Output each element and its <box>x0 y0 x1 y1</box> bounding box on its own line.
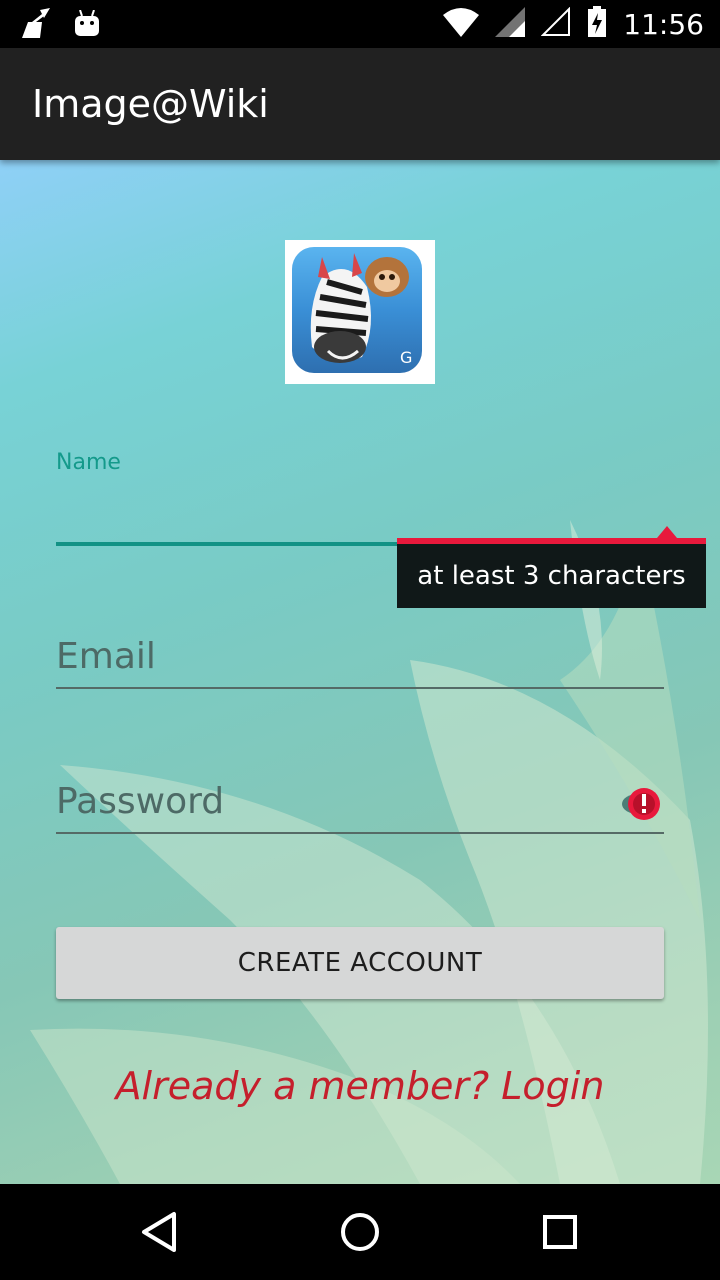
zebra-monkey-logo-image: G <box>310 253 412 367</box>
password-input[interactable]: Password <box>56 781 224 822</box>
email-input-underline <box>56 687 664 689</box>
email-input[interactable]: Email <box>56 636 156 677</box>
svg-text:G: G <box>400 348 412 367</box>
clock: 11:56 <box>623 8 704 41</box>
signal-empty-icon <box>540 6 571 42</box>
app-logo: G <box>285 240 435 384</box>
status-bar: 11:56 <box>0 0 720 48</box>
broom-icon <box>18 8 54 45</box>
signal-icon <box>495 7 526 42</box>
login-link[interactable]: Already a member? Login <box>0 1064 720 1108</box>
navigation-bar <box>0 1184 720 1280</box>
create-account-button[interactable]: CREATE ACCOUNT <box>56 927 664 999</box>
error-pointer <box>657 526 677 538</box>
name-input[interactable] <box>56 480 664 540</box>
name-label: Name <box>56 450 121 475</box>
error-icon <box>620 782 664 826</box>
battery-charging-icon <box>587 6 607 43</box>
wifi-icon <box>443 7 480 42</box>
back-icon[interactable] <box>136 1208 184 1256</box>
android-icon <box>74 9 100 43</box>
recents-icon[interactable] <box>536 1208 584 1256</box>
name-error-popup: at least 3 characters <box>397 544 706 608</box>
home-icon[interactable] <box>336 1208 384 1256</box>
app-title: Image@Wiki <box>32 82 269 126</box>
password-input-underline <box>56 832 664 834</box>
app-bar: Image@Wiki <box>0 48 720 160</box>
signup-screen: G Name at least 3 characters Email Passw… <box>0 160 720 1184</box>
